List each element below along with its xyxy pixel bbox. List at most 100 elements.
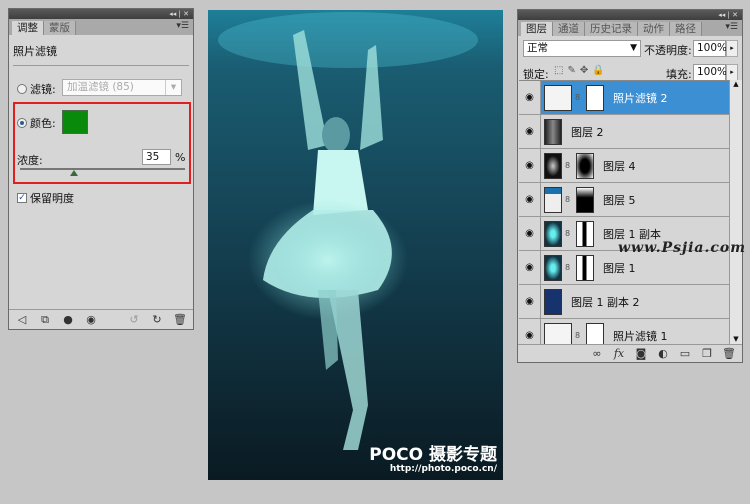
adjustments-toolbar: ◁ ⧉ ● ◉ ↺ ↻ 🗑 <box>9 309 193 329</box>
layer-thumbnail <box>544 220 562 247</box>
filter-value: 加温滤镜 (85) <box>67 81 134 93</box>
mask-thumbnail <box>586 322 604 345</box>
layer-name: 图层 5 <box>603 193 636 207</box>
lock-icons[interactable]: ⬚✎✥🔒 <box>554 65 609 76</box>
link-icon: 8 <box>565 161 571 170</box>
color-radio[interactable] <box>17 118 27 128</box>
filter-radio[interactable] <box>17 84 27 94</box>
layer-row[interactable]: ◉ 8 照片滤镜 1 <box>519 319 729 345</box>
eye-icon[interactable]: ◉ <box>519 183 541 216</box>
eye-icon[interactable]: ◉ <box>519 319 541 345</box>
mask-icon[interactable]: ● <box>61 313 75 326</box>
link-icon: 8 <box>565 195 571 204</box>
layer-thumbnail <box>544 186 562 213</box>
mask-thumbnail <box>576 186 594 213</box>
layer-name: 照片滤镜 2 <box>613 91 668 105</box>
chevron-down-icon: ▾ <box>165 80 181 95</box>
blend-mode-select[interactable]: 正常 ▼ <box>523 40 641 57</box>
panel-menu-icon[interactable]: ▾☰ <box>725 22 738 32</box>
layer-row[interactable]: ◉ 8 图层 5 <box>519 183 729 217</box>
panel-titlebar[interactable]: ◂◂ | ✕ <box>9 9 193 19</box>
layers-toolbar: ∞ fx ◙ ◐ ▭ ❐ 🗑 <box>518 344 742 362</box>
filter-select[interactable]: 加温滤镜 (85) ▾ <box>62 79 182 96</box>
link-icon: 8 <box>575 331 581 340</box>
poco-url: http://photo.poco.cn/ <box>389 464 497 474</box>
panel-menu-icon[interactable]: ▾☰ <box>176 21 189 31</box>
layer-row[interactable]: ◉ 8 图层 1 <box>519 251 729 285</box>
layer-row[interactable]: ◉ 8 照片滤镜 2 <box>519 81 729 115</box>
mask-thumbnail <box>576 220 594 247</box>
eye-icon[interactable]: ◉ <box>519 217 541 250</box>
divider <box>13 65 189 66</box>
density-input[interactable]: 35 <box>142 149 171 165</box>
tab-layers[interactable]: 图层 <box>521 22 553 36</box>
adjustment-title: 照片滤镜 <box>13 45 57 58</box>
adjustments-tabs: 调整 蒙版 ▾☰ <box>9 19 193 35</box>
panel-titlebar[interactable]: ◂◂ | ✕ <box>518 10 742 20</box>
layer-row[interactable]: ◉ 图层 1 副本 2 <box>519 285 729 319</box>
adjustment-layer-icon[interactable]: ◐ <box>656 347 670 360</box>
tab-actions[interactable]: 动作 <box>638 22 670 36</box>
mask-thumbnail <box>586 84 604 111</box>
group-folder-icon[interactable]: ▭ <box>678 347 692 360</box>
reset-icon[interactable]: ↻ <box>150 313 164 326</box>
adjustments-panel: ◂◂ | ✕ 调整 蒙版 ▾☰ 照片滤镜 滤镜: 加温滤镜 (85) ▾ 颜色: … <box>8 8 194 330</box>
layer-name: 图层 4 <box>603 159 636 173</box>
fx-icon[interactable]: fx <box>612 347 626 360</box>
trash-icon[interactable]: 🗑 <box>173 313 187 326</box>
link-layers-icon[interactable]: ∞ <box>590 347 604 360</box>
opacity-arrow-button[interactable]: ▸ <box>726 40 738 57</box>
new-layer-icon[interactable]: ❐ <box>700 347 714 360</box>
layer-thumbnail <box>544 288 562 315</box>
trash-icon[interactable]: 🗑 <box>722 347 736 360</box>
fill-arrow-button[interactable]: ▸ <box>726 64 738 81</box>
color-swatch[interactable] <box>62 110 88 134</box>
scroll-down-icon[interactable]: ▼ <box>730 335 742 343</box>
eye-icon[interactable]: ◉ <box>519 285 541 318</box>
mask-thumbnail <box>576 254 594 281</box>
layer-thumbnail <box>544 254 562 281</box>
blend-mode-value: 正常 <box>527 42 548 54</box>
layer-thumbnail <box>544 152 562 179</box>
link-icon: 8 <box>575 93 581 102</box>
eye-icon[interactable]: ◉ <box>84 313 98 326</box>
eye-icon[interactable]: ◉ <box>519 115 541 148</box>
add-mask-icon[interactable]: ◙ <box>634 347 648 360</box>
adjustment-thumbnail <box>544 322 572 345</box>
layer-thumbnail <box>544 118 562 145</box>
layer-row[interactable]: ◉ 8 图层 4 <box>519 149 729 183</box>
adjustment-thumbnail <box>544 84 572 111</box>
layer-name: 照片滤镜 1 <box>613 329 668 343</box>
layers-scrollbar[interactable]: ▲ ▼ <box>729 80 742 345</box>
opacity-input[interactable]: 100% <box>693 40 727 57</box>
eye-icon[interactable]: ◉ <box>519 251 541 284</box>
layers-tabs: 图层 通道 历史记录 动作 路径 ▾☰ <box>518 20 742 36</box>
previous-state-icon[interactable]: ↺ <box>127 313 141 326</box>
tab-channels[interactable]: 通道 <box>553 22 585 36</box>
tab-paths[interactable]: 路径 <box>670 22 702 36</box>
opacity-label: 不透明度: <box>644 44 692 57</box>
underwater-photo <box>208 10 503 480</box>
chevron-down-icon: ▼ <box>630 43 637 53</box>
layer-row[interactable]: ◉ 图层 2 <box>519 115 729 149</box>
layers-panel: ◂◂ | ✕ 图层 通道 历史记录 动作 路径 ▾☰ 正常 ▼ 不透明度: 100… <box>517 9 743 363</box>
clip-layer-icon[interactable]: ⧉ <box>38 313 52 327</box>
scroll-up-icon[interactable]: ▲ <box>730 80 742 88</box>
canvas-photo: POCO 摄影专题 http://photo.poco.cn/ <box>208 10 503 480</box>
tab-masks[interactable]: 蒙版 <box>44 21 76 35</box>
watermark: www.Psjia.com <box>618 240 747 256</box>
fill-input[interactable]: 100% <box>693 64 727 81</box>
layer-name: 图层 1 <box>603 261 636 275</box>
preserve-luminosity-checkbox[interactable]: ✓ <box>17 193 27 203</box>
layer-name: 图层 1 副本 2 <box>571 295 640 309</box>
density-slider-thumb[interactable] <box>70 170 78 176</box>
link-icon: 8 <box>565 263 571 272</box>
eye-icon[interactable]: ◉ <box>519 81 541 114</box>
tab-history[interactable]: 历史记录 <box>585 22 638 36</box>
back-arrow-icon[interactable]: ◁ <box>15 313 29 326</box>
layer-list: ◉ 8 照片滤镜 2 ◉ 图层 2 ◉ 8 图层 4 ◉ 8 图层 5 ◉ 8 图层 1 副本 ◉… <box>519 80 729 345</box>
density-unit: % <box>175 151 186 164</box>
density-slider[interactable] <box>20 168 185 170</box>
eye-icon[interactable]: ◉ <box>519 149 541 182</box>
tab-adjustments[interactable]: 调整 <box>12 21 44 35</box>
